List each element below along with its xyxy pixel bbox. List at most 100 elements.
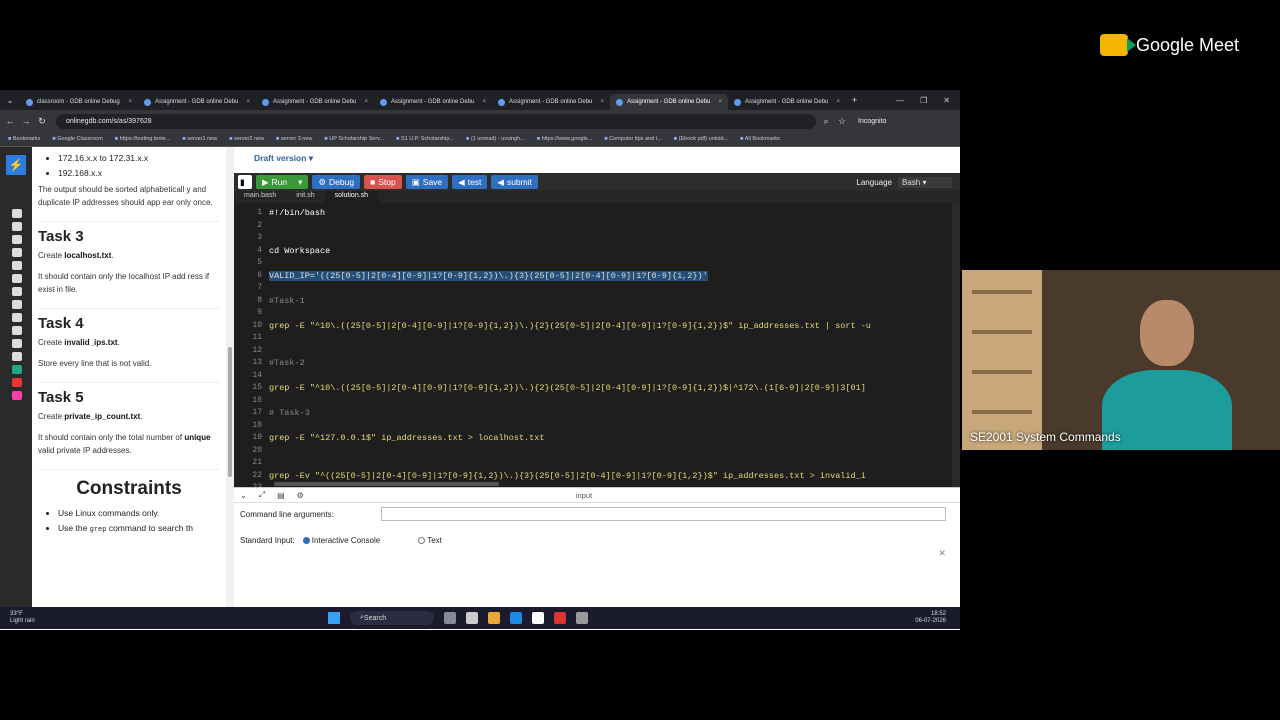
collapse-icon[interactable]: ⌄ xyxy=(240,491,247,500)
cla-input[interactable] xyxy=(381,507,946,521)
tab-close-icon[interactable]: × xyxy=(600,99,604,105)
weather-widget[interactable]: 33°F Light rain xyxy=(0,611,60,625)
windows-start-icon[interactable] xyxy=(328,612,340,624)
radio-interactive-console[interactable]: Interactive Console xyxy=(302,536,380,545)
tab-close-icon[interactable]: × xyxy=(482,99,486,105)
browser-tab[interactable]: Assignment - GDB online Debu × xyxy=(256,94,374,110)
edge-icon[interactable] xyxy=(510,612,522,624)
tab-main-bash[interactable]: main.bash xyxy=(234,191,286,203)
redo-icon[interactable] xyxy=(12,313,22,322)
bookmark-item[interactable]: (1 unread) - uvsingh... xyxy=(466,136,525,142)
trash-icon[interactable] xyxy=(12,339,22,348)
stop-button[interactable]: ■ Stop xyxy=(364,175,402,189)
forward-icon[interactable]: → xyxy=(20,116,32,126)
browser-tab[interactable]: Assignment - GDB online Debu × xyxy=(728,94,846,110)
code-horizontal-scrollbar[interactable] xyxy=(274,482,499,486)
incognito-badge[interactable]: Incognito xyxy=(858,118,886,125)
code-line[interactable]: grep -E "^127.0.0.1$" ip_addresses.txt >… xyxy=(269,433,544,443)
bulb-icon[interactable] xyxy=(12,209,22,218)
bookmark-item[interactable]: UP Scholarship Serv... xyxy=(324,136,384,142)
debug-button[interactable]: ⚙ Debug xyxy=(312,175,361,189)
minimize-icon[interactable]: — xyxy=(896,96,904,105)
maximize-icon[interactable]: ❐ xyxy=(920,96,927,105)
code-line[interactable]: # Task-3 xyxy=(269,408,310,418)
code-line[interactable]: grep -Ev "^((25[0-5]|2[0-4][0-9]|1?[0-9]… xyxy=(269,471,866,481)
tab-solution-sh[interactable]: solution.sh xyxy=(324,191,379,203)
close-icon[interactable]: ✕ xyxy=(938,548,946,559)
system-clock[interactable]: 18:52 06-07-2026 xyxy=(915,611,960,625)
bookmark-item[interactable]: All Bookmarks xyxy=(740,136,780,142)
participant-video-tile[interactable]: SE2001 System Commands xyxy=(962,270,1280,450)
bookmark-item[interactable]: S1 U.P. Scholarship... xyxy=(396,136,454,142)
color-red-swatch[interactable] xyxy=(12,378,22,387)
app-logo-icon[interactable]: ⚡ xyxy=(6,155,26,175)
bookmark-item[interactable]: server2 new xyxy=(229,136,264,142)
reload-icon[interactable]: ↻ xyxy=(36,116,48,127)
draft-version-dropdown[interactable]: Draft version ▾ xyxy=(254,153,313,164)
submit-button[interactable]: ◀ submit xyxy=(491,175,538,189)
tab-close-icon[interactable]: × xyxy=(128,99,132,105)
bookmark-item[interactable]: https://testing.teste... xyxy=(115,136,171,142)
new-tab-button[interactable]: + xyxy=(852,95,857,105)
tab-close-icon[interactable]: × xyxy=(836,99,840,105)
task-view-icon[interactable] xyxy=(444,612,456,624)
eye-icon[interactable] xyxy=(12,222,22,231)
bookmark-item[interactable]: Computer tips and t... xyxy=(604,136,662,142)
color-pink-swatch[interactable] xyxy=(12,391,22,400)
folder-icon[interactable] xyxy=(488,612,500,624)
browser-tab[interactable]: Assignment - GDB online Debu × xyxy=(610,94,728,110)
chrome-icon[interactable] xyxy=(554,612,566,624)
notepad-icon[interactable] xyxy=(532,612,544,624)
browser-tab[interactable]: classroom - GDB online Debug × xyxy=(20,94,138,110)
taskbar-search[interactable]: ⌕ Search xyxy=(350,611,434,625)
test-button[interactable]: ◀ test xyxy=(452,175,488,189)
code-editor[interactable]: 1 #!/bin/bash 2 3 4 cd Workspace 5 6 VALID_IP='(… xyxy=(234,203,952,487)
star-icon[interactable]: ☆ xyxy=(836,116,848,127)
bookmark-item[interactable]: server 3 new xyxy=(276,136,313,142)
pen-icon[interactable] xyxy=(12,248,22,257)
code-line[interactable]: grep -E "^10\.((25[0-5]|2[0-4][0-9]|1?[0… xyxy=(269,383,866,393)
bookmark-item[interactable]: Google Classroom xyxy=(52,136,103,142)
settings-icon[interactable] xyxy=(576,612,588,624)
save-button[interactable]: ▣ Save xyxy=(405,175,449,189)
code-line[interactable]: grep -E "^10\.((25[0-5]|2[0-4][0-9]|1?[0… xyxy=(269,321,871,331)
code-line[interactable]: #Task-2 xyxy=(269,358,305,368)
code-line[interactable]: VALID_IP='((25[0-5]|2[0-4][0-9]|1?[0-9]{… xyxy=(269,270,708,281)
color-green-swatch[interactable] xyxy=(12,365,22,374)
brush-icon[interactable] xyxy=(12,261,22,270)
close-window-icon[interactable]: ✕ xyxy=(943,96,950,105)
undo-icon[interactable] xyxy=(12,300,22,309)
tab-close-icon[interactable]: × xyxy=(364,99,368,105)
tab-search-icon[interactable]: ⌄ xyxy=(0,96,20,105)
dot-icon[interactable] xyxy=(12,287,22,296)
camera-icon[interactable] xyxy=(12,326,22,335)
back-icon[interactable]: ← xyxy=(4,116,16,126)
file-explorer-icon[interactable] xyxy=(466,612,478,624)
eraser-icon[interactable] xyxy=(12,274,22,283)
code-line[interactable]: #Task-1 xyxy=(269,296,305,306)
bookmark-item[interactable]: server1 new xyxy=(182,136,217,142)
tab-close-icon[interactable]: × xyxy=(246,99,250,105)
run-button[interactable]: ▶ Run ▾ xyxy=(256,175,309,189)
browser-tab[interactable]: Assignment - GDB online Debu × xyxy=(138,94,256,110)
code-line[interactable]: #!/bin/bash xyxy=(269,208,325,218)
copy-icon[interactable]: ▤ xyxy=(277,491,285,500)
extension-icon[interactable]: ⌕ xyxy=(820,116,832,127)
bookmark-item[interactable]: Bookmarks xyxy=(8,136,41,142)
expand-icon[interactable]: ⤢ xyxy=(259,490,265,500)
code-line[interactable]: cd Workspace xyxy=(269,246,330,256)
gear-icon[interactable]: ⚙ xyxy=(297,491,304,500)
browser-tab[interactable]: Assignment - GDB online Debu × xyxy=(492,94,610,110)
radio-text[interactable]: Text xyxy=(418,536,442,545)
bookmark-item[interactable]: (Ebook pdf) untold... xyxy=(674,136,729,142)
tab-close-icon[interactable]: × xyxy=(718,99,722,105)
language-select[interactable]: Bash ▾ xyxy=(898,176,952,188)
file-icon[interactable]: ▮ xyxy=(238,175,252,189)
code-vertical-scrollbar[interactable] xyxy=(952,203,960,487)
url-field[interactable]: onlinegdb.com/s/as/397628 xyxy=(56,113,816,129)
bookmark-item[interactable]: https://www.google... xyxy=(537,136,593,142)
browser-tab[interactable]: Assignment - GDB online Debu × xyxy=(374,94,492,110)
tab-init-sh[interactable]: init.sh xyxy=(286,191,324,203)
copy-icon[interactable] xyxy=(12,352,22,361)
description-scrollbar[interactable] xyxy=(226,147,234,610)
